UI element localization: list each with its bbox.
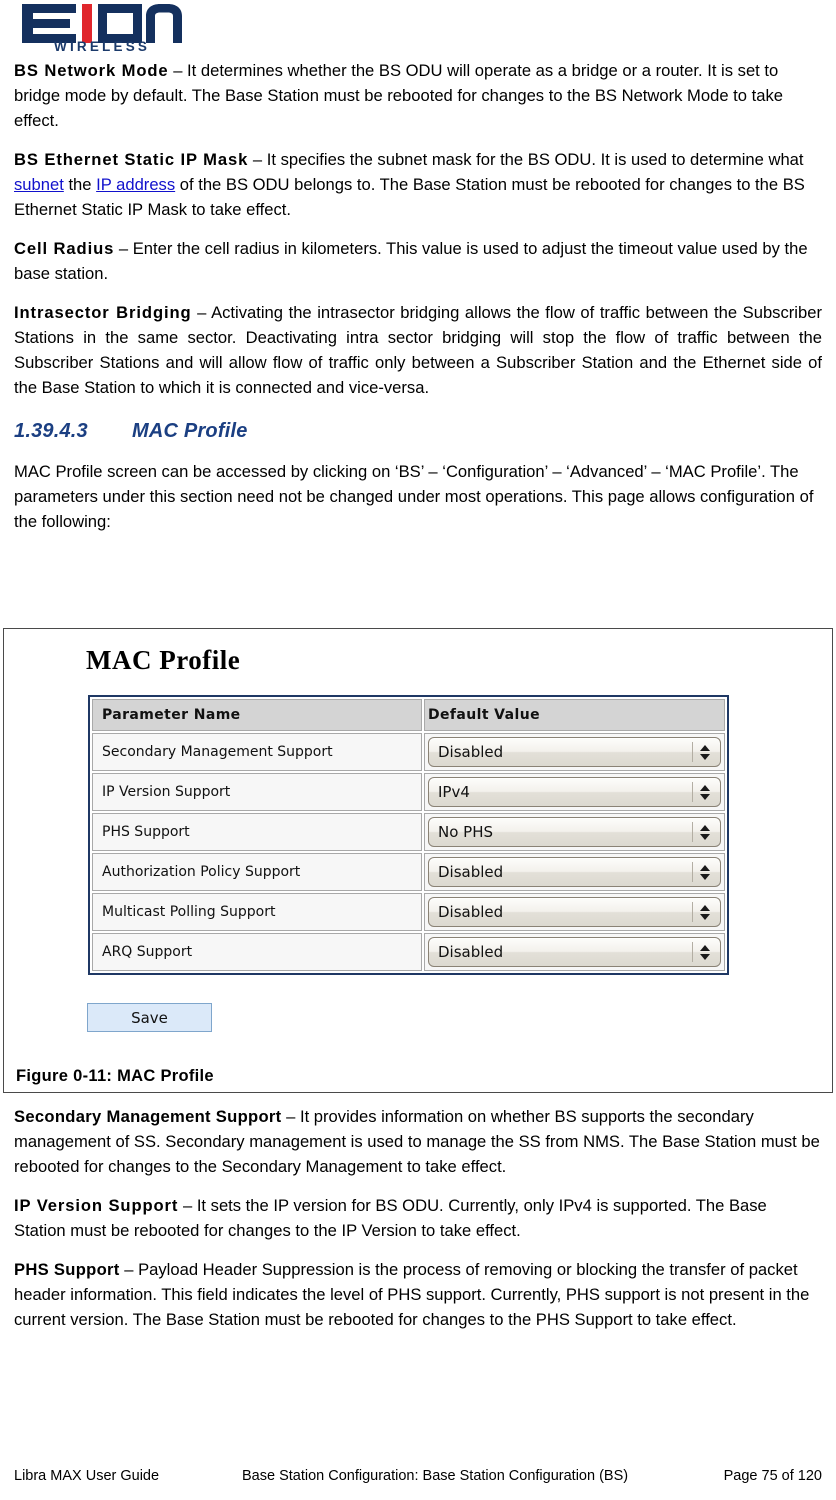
stepper-arrows-icon[interactable] [692, 898, 713, 926]
select-multicast-polling-support[interactable]: Disabled [428, 897, 721, 927]
paragraph-intrasector-bridging: Intrasector Bridging – Activating the in… [14, 300, 822, 400]
paragraph-lead: IP Version Support [14, 1196, 179, 1215]
row-label-authorization-policy-support: Authorization Policy Support [92, 853, 422, 891]
select-ip-version-support[interactable]: IPv4 [428, 777, 721, 807]
paragraph-dash: – [114, 239, 133, 258]
select-phs-support[interactable]: No PHS [428, 817, 721, 847]
paragraph-dash: – [168, 61, 188, 80]
select-value: IPv4 [438, 783, 470, 801]
row-label-ip-version-support: IP Version Support [92, 773, 422, 811]
paragraph-text: It specifies the subnet mask for the BS … [266, 150, 804, 169]
select-value: Disabled [438, 943, 504, 961]
row-value-cell: Disabled [424, 933, 725, 971]
footer-document-title: Libra MAX User Guide [14, 1468, 160, 1484]
screenshot-page-title: MAC Profile [86, 645, 241, 675]
paragraph-secondary-management-support: Secondary Management Support – It provid… [14, 1104, 822, 1179]
figure-caption: Figure 0-11: MAC Profile [16, 1067, 214, 1085]
paragraph-lead: PHS Support [14, 1260, 120, 1279]
row-value-cell: IPv4 [424, 773, 725, 811]
upper-body-text: BS Network Mode – It determines whether … [14, 58, 822, 548]
footer-section-path: Base Station Configuration: Base Station… [242, 1468, 629, 1484]
paragraph-section-intro: MAC Profile screen can be accessed by cl… [14, 462, 814, 531]
table-header-row: Parameter Name Default Value [92, 699, 725, 731]
mac-profile-table: Parameter Name Default Value Secondary M… [88, 695, 729, 975]
paragraph-lead: Intrasector Bridging [14, 303, 192, 322]
footer-page-number: Page 75 of 120 [723, 1468, 822, 1484]
row-value-cell: Disabled [424, 893, 725, 931]
table-row: Authorization Policy Support Disabled [92, 853, 725, 891]
row-label-phs-support: PHS Support [92, 813, 422, 851]
paragraph-lead: Cell Radius [14, 239, 115, 258]
select-arq-support[interactable]: Disabled [428, 937, 721, 967]
table-row: IP Version Support IPv4 [92, 773, 725, 811]
paragraph-lead: BS Ethernet Static IP Mask [14, 150, 249, 169]
row-label-arq-support: ARQ Support [92, 933, 422, 971]
paragraph-lead: Secondary Management Support [14, 1107, 282, 1126]
save-button[interactable]: Save [87, 1003, 212, 1032]
row-label-secondary-management-support: Secondary Management Support [92, 733, 422, 771]
paragraph-dash: – [178, 1196, 197, 1215]
section-heading: 1.39.4.3 MAC Profile [14, 420, 822, 443]
table-row: Multicast Polling Support Disabled [92, 893, 725, 931]
figure-container: MAC Profile Parameter Name Default Value… [3, 628, 833, 1093]
paragraph-ip-version-support: IP Version Support – It sets the IP vers… [14, 1193, 822, 1243]
paragraph-bs-network-mode: BS Network Mode – It determines whether … [14, 58, 822, 133]
column-header-default-value: Default Value [424, 699, 725, 731]
paragraph-lead: BS Network Mode [14, 61, 169, 80]
link-subnet[interactable]: subnet [14, 175, 64, 194]
svg-text:WIRELESS: WIRELESS [54, 39, 150, 52]
row-value-cell: Disabled [424, 853, 725, 891]
stepper-arrows-icon[interactable] [692, 738, 713, 766]
row-label-multicast-polling-support: Multicast Polling Support [92, 893, 422, 931]
paragraph-dash: – [191, 303, 212, 322]
stepper-arrows-icon[interactable] [692, 778, 713, 806]
table-row: PHS Support No PHS [92, 813, 725, 851]
eion-wireless-logo: WIRELESS [18, 2, 184, 52]
select-value: Disabled [438, 743, 504, 761]
paragraph-cell-radius: Cell Radius – Enter the cell radius in k… [14, 236, 822, 286]
row-value-cell: No PHS [424, 813, 725, 851]
section-title: MAC Profile [132, 420, 248, 442]
link-ip-address[interactable]: IP address [96, 175, 175, 194]
lower-body-text: Secondary Management Support – It provid… [14, 1104, 822, 1346]
stepper-arrows-icon[interactable] [692, 938, 713, 966]
select-value: No PHS [438, 823, 494, 841]
stepper-arrows-icon[interactable] [692, 858, 713, 886]
paragraph-dash: – [119, 1260, 139, 1279]
stepper-arrows-icon[interactable] [692, 818, 713, 846]
paragraph-text: the [63, 175, 97, 194]
paragraph-dash: – [248, 150, 267, 169]
select-secondary-management-support[interactable]: Disabled [428, 737, 721, 767]
select-value: Disabled [438, 903, 504, 921]
paragraph-phs-support: PHS Support – Payload Header Suppression… [14, 1257, 822, 1332]
paragraph-bs-ethernet-static-ip-mask: BS Ethernet Static IP Mask – It specifie… [14, 147, 822, 222]
paragraph-text: Enter the cell radius in kilometers. Thi… [14, 239, 808, 283]
section-number: 1.39.4.3 [14, 420, 88, 442]
page-footer: Libra MAX User Guide Base Station Config… [14, 1468, 822, 1484]
column-header-parameter-name: Parameter Name [92, 699, 422, 731]
paragraph-dash: – [281, 1107, 300, 1126]
row-value-cell: Disabled [424, 733, 725, 771]
select-authorization-policy-support[interactable]: Disabled [428, 857, 721, 887]
table-row: Secondary Management Support Disabled [92, 733, 725, 771]
select-value: Disabled [438, 863, 504, 881]
table-row: ARQ Support Disabled [92, 933, 725, 971]
